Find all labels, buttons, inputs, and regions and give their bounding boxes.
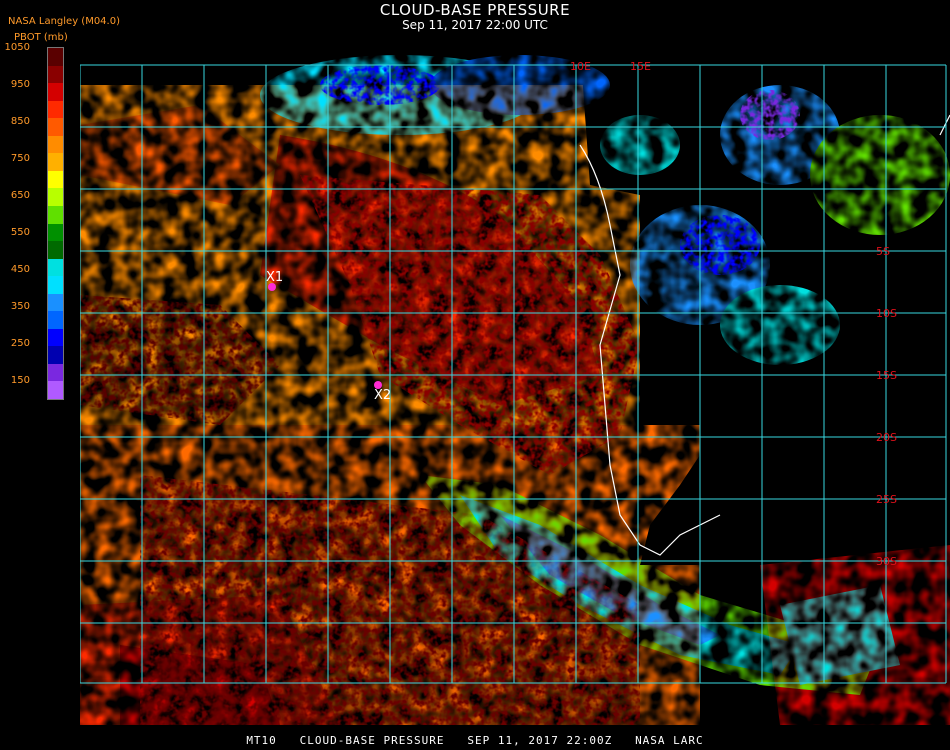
colorbar-segment [48,100,63,119]
colorbar-segment [48,258,63,277]
colorbar-tick-label: 950 [10,78,30,90]
colorbar-tick-label: 1050 [4,42,30,53]
site-marker-label: X2 [374,388,391,403]
colorbar-segment [48,223,63,242]
page-title: CLOUD-BASE PRESSURE [379,1,571,19]
latitude-label: 20S [876,431,897,444]
colorbar-segment [48,65,63,84]
colorbar-segment [48,363,63,382]
product-label: NASA Langley (M04.0) [8,16,120,27]
colorbar-segment [48,135,63,154]
colorbar-tick-label: 250 [10,337,30,349]
colorbar-tick-label: 150 [10,374,30,386]
latitude-label: 15S [876,369,897,382]
satellite-map[interactable]: 5S 10S 15S 20S 25S 30S 10E 15E X1 X2 [80,45,950,725]
colorbar-segment [48,48,63,67]
colorbar-segment [48,205,63,224]
colorbar-legend [47,47,64,400]
colorbar-tick-label: 650 [10,189,30,201]
colorbar-tick-label: 550 [10,226,30,238]
colorbar-segment [48,241,63,260]
longitude-label: 10E [570,60,591,73]
colorbar-segment [48,276,63,295]
colorbar-tick-label: 750 [10,152,30,164]
timestamp: Sep 11, 2017 22:00 UTC [402,18,548,32]
colorbar-segment [48,170,63,189]
colorbar-segment [48,118,63,137]
colorbar-segment [48,328,63,347]
latitude-label: 25S [876,493,897,506]
longitude-label: 15E [630,60,651,73]
colorbar-segment [48,153,63,172]
colorbar-segment [48,311,63,330]
latitude-label: 5S [876,245,890,258]
colorbar-segment [48,381,63,400]
colorbar-tick-label: 450 [10,263,30,275]
footer-caption: MT10 CLOUD-BASE PRESSURE SEP 11, 2017 22… [246,734,704,747]
colorbar-segment [48,188,63,207]
colorbar-segment [48,293,63,312]
latitude-label: 30S [876,555,897,568]
colorbar-tick-label: 850 [10,115,30,127]
colorbar-tick-label: 350 [10,300,30,312]
colorbar-segment [48,83,63,102]
site-marker-label: X1 [266,270,283,285]
latitude-label: 10S [876,307,897,320]
colorbar-segment [48,346,63,365]
